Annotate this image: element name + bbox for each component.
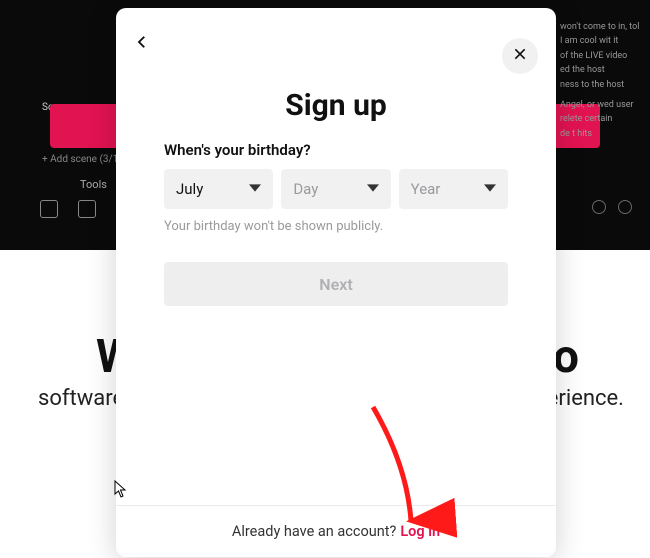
modal-body: When's your birthday? July Day Year Your… bbox=[116, 123, 556, 505]
modal-footer: Already have an account? Log in bbox=[116, 505, 556, 557]
modal-header bbox=[116, 8, 556, 68]
day-placeholder: Day bbox=[293, 180, 318, 198]
sidebar-chat-fragment: won't come to in, tol I am cool wit it o… bbox=[560, 20, 640, 141]
birthday-hint: Your birthday won't be shown publicly. bbox=[164, 219, 508, 234]
chevron-left-icon bbox=[133, 33, 151, 55]
birthday-label: When's your birthday? bbox=[164, 141, 508, 159]
login-link[interactable]: Log in bbox=[400, 523, 440, 540]
month-value: July bbox=[176, 180, 203, 198]
back-button[interactable] bbox=[130, 32, 154, 56]
month-select[interactable]: July bbox=[164, 169, 273, 209]
tools-label: Tools bbox=[80, 178, 107, 191]
mouse-cursor-icon bbox=[114, 480, 128, 498]
footer-text: Already have an account? bbox=[232, 523, 396, 540]
day-select[interactable]: Day bbox=[281, 169, 390, 209]
signup-modal: Sign up When's your birthday? July Day Y… bbox=[116, 8, 556, 557]
year-placeholder: Year bbox=[411, 180, 441, 198]
tool-extra-1[interactable] bbox=[592, 200, 606, 214]
modal-title: Sign up bbox=[116, 88, 556, 123]
add-scene-button[interactable]: + Add scene (3/10) bbox=[42, 154, 127, 165]
close-icon bbox=[512, 46, 528, 66]
caret-down-icon bbox=[249, 180, 261, 198]
close-button[interactable] bbox=[502, 38, 538, 74]
tool-icon-1[interactable] bbox=[40, 200, 58, 218]
tool-extra-2[interactable] bbox=[618, 200, 632, 214]
tool-extra-icons bbox=[592, 200, 632, 214]
caret-down-icon bbox=[367, 180, 379, 198]
tool-icon-2[interactable] bbox=[78, 200, 96, 218]
birthday-selects: July Day Year bbox=[164, 169, 508, 209]
next-button[interactable]: Next bbox=[164, 262, 508, 306]
year-select[interactable]: Year bbox=[399, 169, 508, 209]
caret-down-icon bbox=[484, 180, 496, 198]
